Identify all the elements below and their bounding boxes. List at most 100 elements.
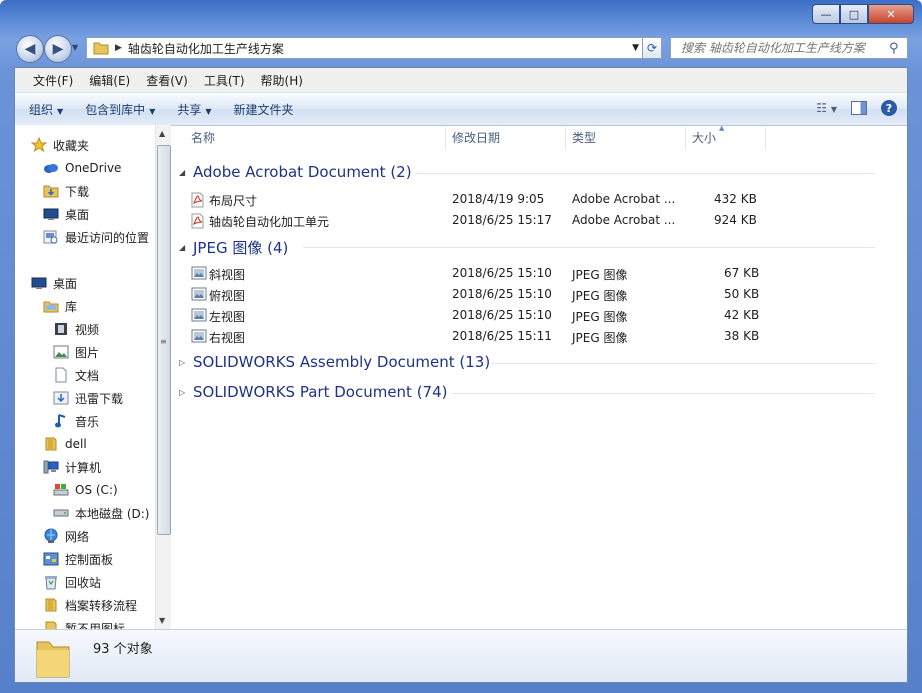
column-header-name[interactable]: 名称 — [191, 129, 215, 146]
sidebar-item-libraries[interactable]: 库 — [43, 296, 77, 316]
sidebar-item-desktop[interactable]: 桌面 — [31, 273, 77, 293]
menu-view[interactable]: 查看(V) — [138, 72, 196, 89]
menu-file[interactable]: 文件(F) — [25, 72, 81, 89]
search-box[interactable]: ⚲ — [670, 37, 908, 59]
expand-triangle-icon[interactable]: ▷ — [179, 388, 193, 397]
group-title: Adobe Acrobat Document (2) — [193, 163, 412, 181]
column-header-size[interactable]: 大小 — [692, 129, 716, 146]
pdf-icon — [191, 213, 205, 232]
history-dropdown-icon[interactable]: ▼ — [72, 43, 78, 52]
file-type: Adobe Acrobat ... — [572, 192, 676, 206]
menu-help[interactable]: 帮助(H) — [253, 72, 311, 89]
refresh-button[interactable]: ⟳ — [642, 37, 662, 59]
sidebar-item-control-panel[interactable]: 控制面板 — [43, 549, 113, 569]
sidebar-item-label: 下载 — [65, 184, 90, 199]
address-bar[interactable]: ▶ 轴齿轮自动化加工生产线方案 ▼ — [86, 37, 660, 59]
group-header-acrobat[interactable]: ◢ Adobe Acrobat Document (2) — [179, 163, 879, 181]
group-divider — [303, 247, 875, 248]
view-list-icon: ☷ — [816, 101, 828, 115]
include-in-library-button[interactable]: 包含到库中 ▼ — [77, 101, 163, 118]
preview-pane-button[interactable] — [851, 101, 867, 115]
desktop-icon — [31, 275, 47, 291]
file-row[interactable]: 俯视图 2018/6/25 15:10 JPEG 图像 50 KB — [191, 284, 771, 304]
sidebar-item-xunlei-downloads[interactable]: 迅雷下载 — [53, 388, 123, 408]
file-row[interactable]: 布局尺寸 2018/4/19 9:05 Adobe Acrobat ... 43… — [191, 189, 771, 209]
share-button[interactable]: 共享 ▼ — [169, 101, 219, 118]
maximize-button[interactable]: □ — [840, 4, 868, 24]
help-button[interactable]: ? — [881, 100, 897, 116]
pdf-icon — [191, 192, 205, 211]
chevron-down-icon: ▼ — [149, 106, 156, 116]
command-bar: 组织 ▼ 包含到库中 ▼ 共享 ▼ 新建文件夹 ☷ ▼ ? — [15, 93, 907, 126]
item-count: 93 个对象 — [93, 642, 153, 657]
file-row[interactable]: 右视图 2018/6/25 15:11 JPEG 图像 38 KB — [191, 326, 771, 346]
back-button[interactable]: ◀ — [16, 35, 44, 63]
group-title: SOLIDWORKS Assembly Document (13) — [193, 353, 491, 371]
breadcrumb-current-folder[interactable]: 轴齿轮自动化加工生产线方案 — [128, 40, 284, 57]
group-header-sw-part[interactable]: ▷ SOLIDWORKS Part Document (74) — [179, 383, 879, 401]
sidebar-item-pictures[interactable]: 图片 — [53, 342, 99, 362]
sidebar-item-music[interactable]: 音乐 — [53, 411, 99, 431]
expand-triangle-icon[interactable]: ▷ — [179, 358, 193, 367]
sidebar-item-dell[interactable]: dell — [43, 434, 87, 454]
column-separator[interactable] — [685, 127, 686, 149]
sidebar-item-archive-transfer[interactable]: 档案转移流程 — [43, 595, 137, 615]
folder-icon — [43, 183, 59, 199]
group-header-sw-assembly[interactable]: ▷ SOLIDWORKS Assembly Document (13) — [179, 353, 879, 371]
group-title: SOLIDWORKS Part Document (74) — [193, 383, 448, 401]
collapse-triangle-icon[interactable]: ◢ — [179, 243, 193, 252]
refresh-icon: ⟳ — [646, 41, 658, 55]
scrollbar-grip-icon: ≡ — [160, 337, 167, 346]
group-title: JPEG 图像 (4) — [193, 239, 289, 257]
address-dropdown-icon[interactable]: ▼ — [632, 43, 639, 53]
column-header-type[interactable]: 类型 — [572, 129, 596, 146]
sidebar-item-drive-c[interactable]: OS (C:) — [53, 480, 118, 500]
image-icon — [191, 287, 207, 304]
search-icon[interactable]: ⚲ — [889, 41, 899, 56]
sidebar-item-computer[interactable]: 计算机 — [43, 457, 101, 477]
column-header-date[interactable]: 修改日期 — [452, 129, 500, 146]
scroll-up-icon[interactable]: ▲ — [159, 129, 165, 138]
sidebar-item-drive-d[interactable]: 本地磁盘 (D:) — [53, 503, 149, 523]
change-view-button[interactable]: ☷ ▼ — [816, 101, 837, 115]
search-input[interactable] — [679, 40, 889, 56]
forward-button[interactable]: ▶ — [44, 35, 72, 63]
column-separator[interactable] — [765, 127, 766, 149]
column-separator[interactable] — [565, 127, 566, 149]
sidebar-item-recent[interactable]: 最近访问的位置 — [43, 227, 149, 247]
menu-edit[interactable]: 编辑(E) — [81, 72, 138, 89]
file-name: 斜视图 — [209, 268, 246, 282]
new-folder-button[interactable]: 新建文件夹 — [226, 101, 302, 118]
group-header-jpeg[interactable]: ◢ JPEG 图像 (4) — [179, 237, 879, 258]
sidebar-item-label: 桌面 — [53, 276, 78, 291]
sidebar-item-network[interactable]: 网络 — [43, 526, 89, 546]
file-row[interactable]: 斜视图 2018/6/25 15:10 JPEG 图像 67 KB — [191, 263, 771, 283]
user-folder-icon — [43, 436, 59, 452]
menu-tools[interactable]: 工具(T) — [196, 72, 253, 89]
sidebar-item-downloads[interactable]: 下载 — [43, 181, 89, 201]
sidebar-item-recycle-bin[interactable]: 回收站 — [43, 572, 101, 592]
column-separator[interactable] — [445, 127, 446, 149]
close-button[interactable]: ✕ — [868, 4, 914, 24]
sidebar-item-desktop-fav[interactable]: 桌面 — [43, 204, 89, 224]
sidebar-item-onedrive[interactable]: OneDrive — [43, 158, 121, 178]
scroll-down-icon[interactable]: ▼ — [159, 616, 165, 625]
breadcrumb-separator-icon[interactable]: ▶ — [115, 43, 122, 53]
minimize-button[interactable]: — — [812, 4, 840, 24]
file-type: Adobe Acrobat ... — [572, 213, 676, 227]
file-row[interactable]: 轴齿轮自动化加工单元 2018/6/25 15:17 Adobe Acrobat… — [191, 210, 771, 230]
sidebar-item-favorites[interactable]: 收藏夹 — [31, 135, 89, 155]
file-row[interactable]: 左视图 2018/6/25 15:10 JPEG 图像 42 KB — [191, 305, 771, 325]
navigation-scrollbar[interactable]: ▲ ≡ ▼ — [155, 125, 171, 629]
sidebar-item-label: 文档 — [75, 368, 100, 383]
sidebar-item-documents[interactable]: 文档 — [53, 365, 99, 385]
navigation-pane: 收藏夹 OneDrive 下载 桌面 最近访问的位置 桌面 库 视频 图片 文档… — [15, 125, 171, 636]
chevron-down-icon: ▼ — [205, 106, 212, 116]
file-date: 2018/6/25 15:10 — [452, 308, 552, 322]
group-divider — [415, 173, 875, 174]
collapse-triangle-icon[interactable]: ◢ — [179, 168, 193, 177]
sidebar-item-videos[interactable]: 视频 — [53, 319, 99, 339]
file-size: 42 KB — [724, 308, 760, 322]
file-date: 2018/6/25 15:17 — [452, 213, 552, 227]
organize-button[interactable]: 组织 ▼ — [21, 101, 71, 118]
